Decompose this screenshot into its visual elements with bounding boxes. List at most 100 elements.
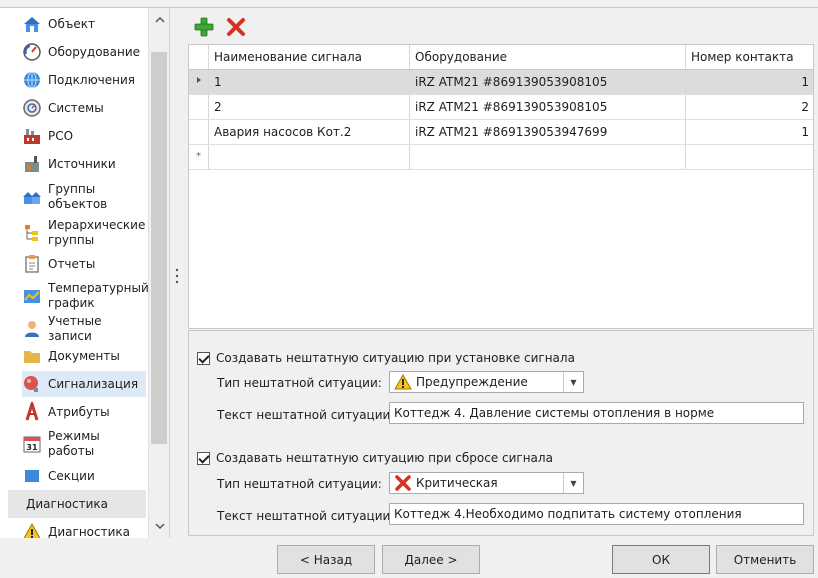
cell-equipment[interactable]: iRZ ATM21 #869139053947699 <box>410 120 686 144</box>
cell-contact-number[interactable]: 1 <box>686 120 813 144</box>
column-header-contact-number[interactable]: Номер контакта <box>686 45 813 69</box>
warning-icon <box>22 522 42 538</box>
create-on-set-checkbox[interactable] <box>197 351 210 365</box>
folder-icon <box>22 346 42 366</box>
sidebar-item-label: РСО <box>48 128 74 143</box>
table-row[interactable]: Авария насосов Кот.2 iRZ ATM21 #86913905… <box>189 120 813 145</box>
scroll-down-button[interactable] <box>149 516 169 536</box>
alarm-properties-panel: Создавать нештатную ситуацию при установ… <box>188 330 814 536</box>
cell-signal-name[interactable] <box>209 145 410 169</box>
set-text-input[interactable]: Коттедж 4. Давление системы отопления в … <box>389 402 804 424</box>
cell-contact-number[interactable] <box>686 145 813 169</box>
reset-type-select[interactable]: Критическая ▼ <box>389 472 584 494</box>
temp-chart-icon <box>22 286 42 306</box>
sidebar-item-label: Температурный график <box>48 281 149 310</box>
panel-splitter[interactable] <box>170 8 184 538</box>
reset-type-value: Критическая <box>416 476 498 490</box>
boiler-icon <box>22 154 42 174</box>
sidebar-item-systems[interactable]: Системы <box>22 98 146 118</box>
row-indicator <box>189 120 209 144</box>
delete-signal-button[interactable] <box>225 16 247 38</box>
set-type-label: Тип нештатной ситуации: <box>217 376 382 390</box>
back-button[interactable]: < Назад <box>277 545 375 574</box>
sidebar-item-object[interactable]: Объект <box>22 14 146 34</box>
sidebar-item-connections[interactable]: Подключения <box>22 70 146 90</box>
cell-contact-number[interactable]: 2 <box>686 95 813 119</box>
sidebar-item-documents[interactable]: Документы <box>22 346 146 366</box>
scroll-thumb[interactable] <box>151 52 167 444</box>
row-indicator <box>189 95 209 119</box>
sidebar-item-work-modes[interactable]: 31 Режимы работы <box>22 428 146 460</box>
critical-x-icon <box>395 475 411 491</box>
column-header-equipment[interactable]: Оборудование <box>410 45 686 69</box>
meter-icon <box>22 98 42 118</box>
reset-text-input[interactable]: Коттедж 4.Необходимо подпитать систему о… <box>389 503 804 525</box>
cell-signal-name[interactable]: 2 <box>209 95 410 119</box>
sidebar-item-accounts[interactable]: Учетные записи <box>22 314 146 344</box>
add-signal-button[interactable] <box>193 16 215 38</box>
create-on-set-option[interactable]: Создавать нештатную ситуацию при установ… <box>197 351 575 365</box>
tree-icon <box>22 223 42 243</box>
set-text-label: Текст нештатной ситуации: <box>217 408 395 422</box>
create-on-reset-option[interactable]: Создавать нештатную ситуацию при сбросе … <box>197 451 553 465</box>
set-type-select[interactable]: Предупреждение ▼ <box>389 371 584 393</box>
sidebar-item-reports[interactable]: Отчеты <box>22 254 146 274</box>
report-icon <box>22 254 42 274</box>
navigation-sidebar: Объект Оборудование Подключения Системы … <box>0 8 170 538</box>
attribute-icon <box>22 402 42 422</box>
sidebar-item-sources[interactable]: Источники <box>22 154 146 174</box>
table-row[interactable]: 1 iRZ ATM21 #869139053908105 1 <box>189 70 813 95</box>
chevron-up-icon <box>154 17 165 23</box>
sidebar-item-alarms[interactable]: Сигнализация <box>22 371 146 397</box>
sidebar-scrollbar[interactable] <box>148 8 169 538</box>
sidebar-item-label: Секции <box>48 468 95 483</box>
cell-contact-number[interactable]: 1 <box>686 70 813 94</box>
sidebar-item-attributes[interactable]: Атрибуты <box>22 402 146 422</box>
dropdown-arrow-icon[interactable]: ▼ <box>563 372 583 392</box>
sidebar-item-hierarchical-groups[interactable]: Иерархические группы <box>22 218 146 248</box>
chevron-down-icon <box>154 523 165 529</box>
sidebar-item-label: Режимы работы <box>48 429 100 458</box>
sidebar-item-label: Отчеты <box>48 256 96 271</box>
ok-button[interactable]: ОК <box>612 545 710 574</box>
next-button[interactable]: Далее > <box>382 545 480 574</box>
cell-equipment[interactable]: iRZ ATM21 #869139053908105 <box>410 70 686 94</box>
new-row[interactable]: * <box>189 145 813 170</box>
sidebar-item-label: Источники <box>48 156 116 171</box>
sidebar-item-label: Документы <box>48 348 120 363</box>
sidebar-item-diagnostics[interactable]: Диагностика <box>22 522 146 538</box>
warning-icon <box>394 374 412 390</box>
table-row[interactable]: 2 iRZ ATM21 #869139053908105 2 <box>189 95 813 120</box>
signals-grid: Наименование сигнала Оборудование Номер … <box>188 44 814 329</box>
new-row-marker: * <box>189 145 209 169</box>
delete-x-icon <box>227 18 245 36</box>
sidebar-item-rso[interactable]: РСО <box>22 126 146 146</box>
plus-icon <box>194 17 214 37</box>
sidebar-item-sections[interactable]: Секции <box>22 466 146 486</box>
column-header-signal-name[interactable]: Наименование сигнала <box>209 45 410 69</box>
header-indicator <box>189 45 209 69</box>
cell-signal-name[interactable]: Авария насосов Кот.2 <box>209 120 410 144</box>
cell-equipment[interactable]: iRZ ATM21 #869139053908105 <box>410 95 686 119</box>
sidebar-item-object-groups[interactable]: Группы объектов <box>22 182 146 212</box>
wizard-button-bar: < Назад Далее > ОК Отменить <box>0 538 818 578</box>
user-icon <box>22 319 42 339</box>
cancel-button[interactable]: Отменить <box>716 545 814 574</box>
current-row-arrow-icon <box>196 77 201 83</box>
reset-type-label: Тип нештатной ситуации: <box>217 477 382 491</box>
sidebar-item-label: Учетные записи <box>48 314 102 343</box>
scroll-up-button[interactable] <box>149 10 169 30</box>
sidebar-item-label: Группы объектов <box>48 182 108 211</box>
window-top-edge <box>0 0 818 8</box>
dropdown-arrow-icon[interactable]: ▼ <box>563 473 583 493</box>
sidebar-item-temperature-chart[interactable]: Температурный график <box>22 280 149 312</box>
create-on-set-label: Создавать нештатную ситуацию при установ… <box>216 351 575 365</box>
sidebar-item-label: Иерархические группы <box>48 218 146 247</box>
sidebar-item-equipment[interactable]: Оборудование <box>22 42 146 62</box>
cell-equipment[interactable] <box>410 145 686 169</box>
create-on-reset-checkbox[interactable] <box>197 451 210 465</box>
sidebar-item-label: Сигнализация <box>48 376 139 391</box>
section-header-diagnostics[interactable]: Диагностика <box>8 490 146 518</box>
calendar-icon: 31 <box>22 434 42 454</box>
cell-signal-name[interactable]: 1 <box>209 70 410 94</box>
